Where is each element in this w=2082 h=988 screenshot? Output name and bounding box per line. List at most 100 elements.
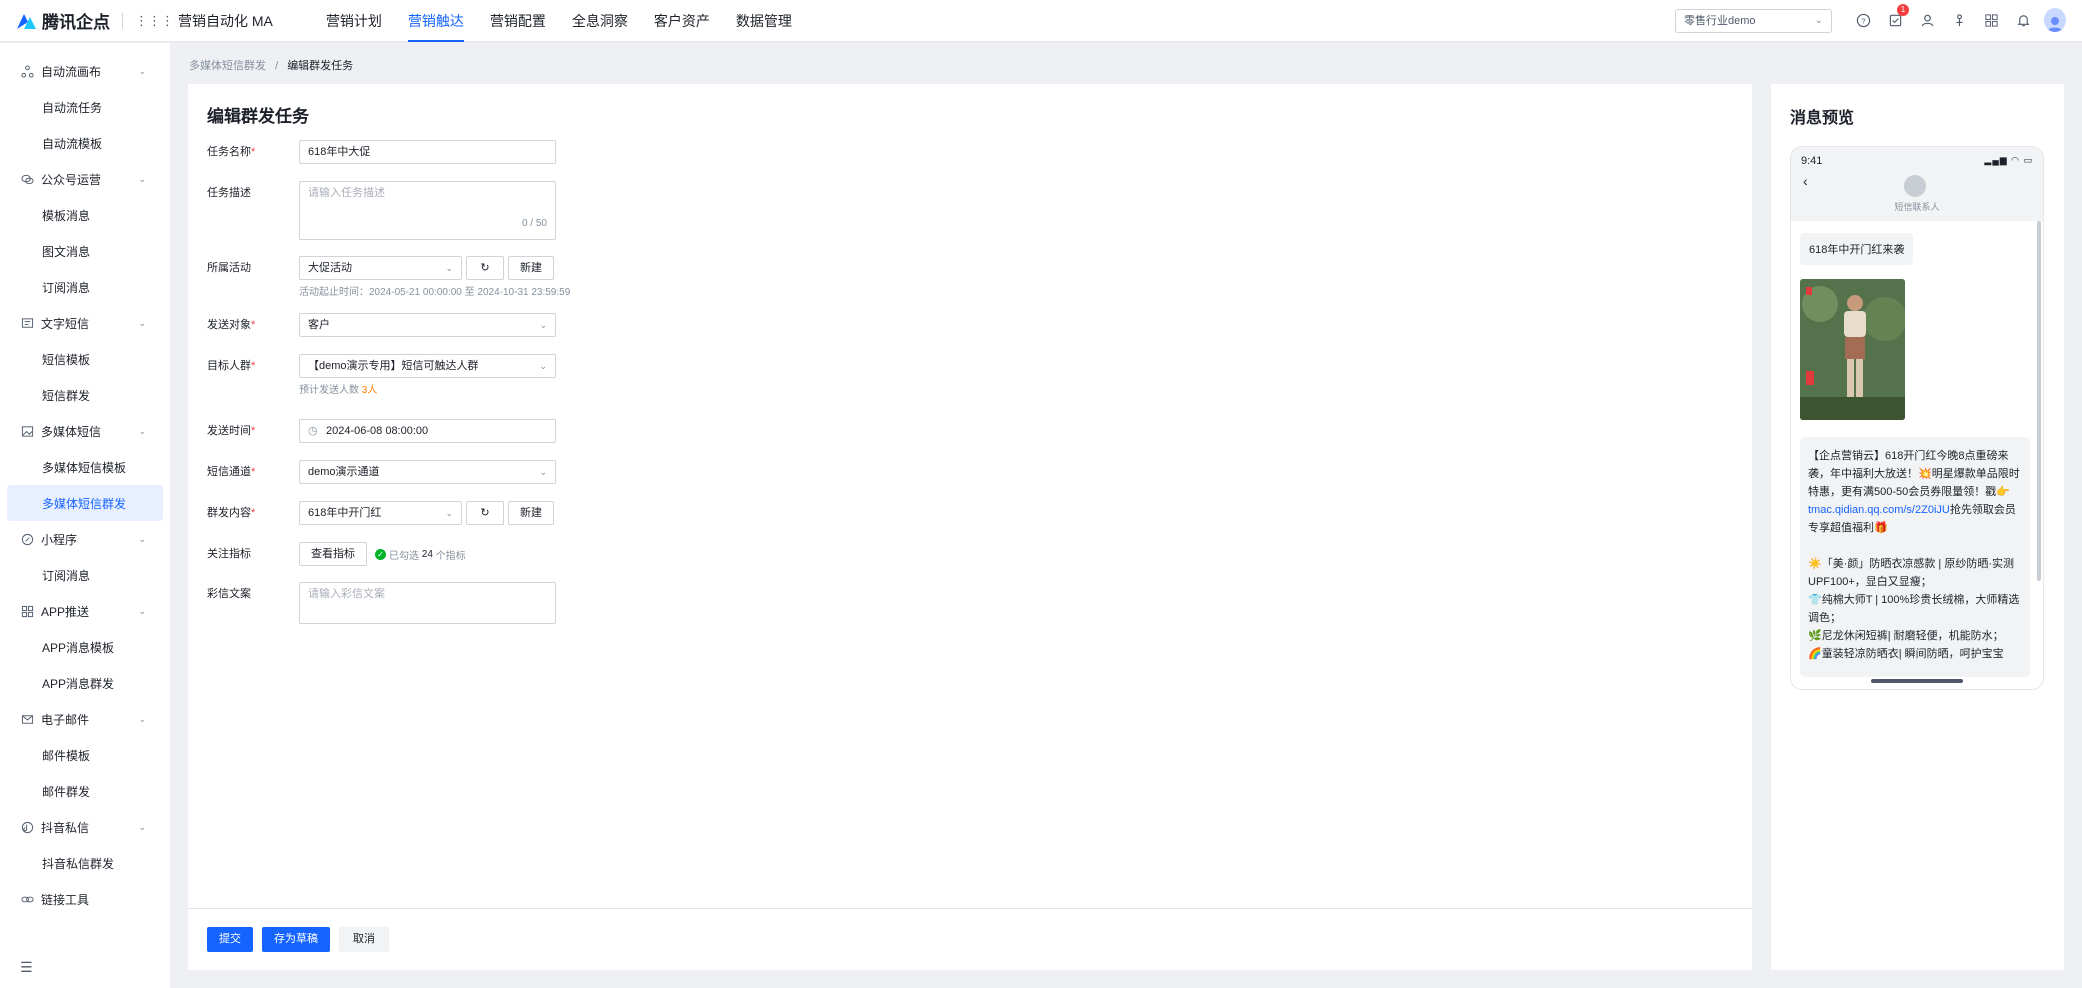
bell-icon[interactable]	[2012, 9, 2034, 31]
sidebar-item-mms-template[interactable]: 多媒体短信模板	[0, 449, 170, 485]
sidebar-item-template-msg[interactable]: 模板消息	[0, 197, 170, 233]
help-icon[interactable]: ?	[1852, 9, 1874, 31]
app-grid-icon: ⋮⋮⋮	[135, 12, 174, 28]
refresh-activity-button[interactable]: ↻	[466, 256, 504, 280]
save-draft-button[interactable]: 存为草稿	[262, 927, 330, 952]
sidebar-group-link-tool[interactable]: 链接工具	[0, 881, 170, 917]
chevron-down-icon: ⌄	[445, 263, 453, 273]
sidebar-item-sms-bulk[interactable]: 短信群发	[0, 377, 170, 413]
target-select[interactable]: 客户 ⌄	[299, 313, 556, 337]
message-link[interactable]: tmac.qidian.qq.com/s/2Z0iJU	[1808, 504, 1950, 516]
chevron-down-icon: ⌄	[539, 320, 547, 330]
sms-icon	[20, 316, 34, 330]
sidebar-item-subscribe-msg[interactable]: 订阅消息	[0, 269, 170, 305]
field-label: 任务描述	[207, 187, 251, 199]
sidebar-item-douyin-bulk[interactable]: 抖音私信群发	[0, 845, 170, 881]
avatar	[2044, 8, 2066, 32]
douyin-icon	[20, 820, 34, 834]
apps-grid-icon[interactable]	[1980, 9, 2002, 31]
sidebar-item-mp-subscribe[interactable]: 订阅消息	[0, 557, 170, 593]
refresh-content-button[interactable]: ↻	[466, 501, 504, 525]
sidebar-group-label: 自动流画布	[41, 64, 102, 79]
chevron-down-icon: ⌄	[539, 361, 547, 371]
breadcrumb-parent[interactable]: 多媒体短信群发	[189, 60, 266, 72]
logo-text: 腾讯企点	[42, 13, 110, 32]
message-image	[1800, 279, 1905, 420]
nav-data-management[interactable]: 数据管理	[723, 0, 805, 42]
cancel-button[interactable]: 取消	[339, 927, 389, 952]
sidebar-group-miniprogram[interactable]: 小程序 ⌄	[0, 521, 170, 557]
sidebar-group-wechat[interactable]: 公众号运营 ⌄	[0, 161, 170, 197]
chevron-down-icon: ⌄	[138, 65, 146, 76]
app-switcher[interactable]: ⋮⋮⋮ 营销自动化 MA	[135, 11, 273, 31]
back-arrow-icon[interactable]: ‹	[1803, 173, 1808, 189]
metrics-selected: ✓ 已勾选 24 个指标	[375, 547, 466, 562]
mms-copy-row: 彩信文案 请输入彩信文案	[207, 582, 556, 624]
target-row: 发送对象* 客户 ⌄	[207, 313, 556, 337]
nav-customer-assets[interactable]: 客户资产	[641, 0, 723, 42]
view-metrics-button[interactable]: 查看指标	[299, 542, 367, 566]
task-icon[interactable]: 1	[1884, 4, 1909, 31]
chevron-down-icon: ⌄	[138, 713, 146, 724]
field-label: 关注指标	[207, 548, 251, 560]
breadcrumb: 多媒体短信群发 / 编辑群发任务	[189, 57, 353, 73]
refresh-icon: ↻	[480, 262, 490, 274]
task-desc-textarea[interactable]: 请输入任务描述 0 / 50	[299, 181, 556, 240]
task-name-input[interactable]: 618年中大促	[299, 140, 556, 164]
audience-count-hint: 预计发送人数 3人	[299, 385, 378, 396]
activity-select[interactable]: 大促活动 ⌄	[299, 256, 462, 280]
content-row: 群发内容* 618年中开门红 ⌄ ↻ 新建	[207, 501, 554, 525]
message-body-line: 🌿尼龙休闲短裤| 耐磨轻便，机能防水；	[1808, 630, 2004, 642]
sidebar-group-flow[interactable]: 自动流画布 ⌄	[0, 53, 170, 89]
sidebar-group-douyin[interactable]: 抖音私信 ⌄	[0, 809, 170, 845]
sidebar-item-mail-bulk[interactable]: 邮件群发	[0, 773, 170, 809]
activity-time-hint: 活动起止时间：2024-05-21 00:00:00 至 2024-10-31 …	[299, 287, 571, 298]
toolbar-icons: ? 1	[1852, 4, 2066, 32]
preview-scrollbar[interactable]	[2037, 221, 2041, 581]
user-avatar[interactable]	[2044, 8, 2066, 32]
message-body-line: 👕纯棉大师T | 100%珍贵长绒棉，大师精选调色；	[1808, 594, 2020, 624]
field-label: 短信通道*	[207, 466, 256, 478]
sidebar-item-flow-template[interactable]: 自动流模板	[0, 125, 170, 161]
sidebar-item-mms-bulk[interactable]: 多媒体短信群发	[7, 485, 163, 521]
sidebar-item-flow-task[interactable]: 自动流任务	[0, 89, 170, 125]
sidebar-item-app-bulk[interactable]: APP消息群发	[0, 665, 170, 701]
sidebar: 自动流画布 ⌄ 自动流任务 自动流模板 公众号运营 ⌄ 模板消息 图文消息 订阅消息…	[0, 43, 170, 988]
message-thread: 618年中开门红来袭 【企点营销云】618开门红今晚8点重磅来袭，年中福利大放送…	[1791, 221, 2043, 689]
nav-marketing-plan[interactable]: 营销计划	[313, 0, 395, 42]
new-activity-button[interactable]: 新建	[508, 256, 554, 280]
sidebar-item-sms-template[interactable]: 短信模板	[0, 341, 170, 377]
plugin-icon[interactable]	[1948, 9, 1970, 31]
target-value: 客户	[308, 319, 330, 331]
logo[interactable]: 腾讯企点	[15, 8, 110, 33]
new-content-button[interactable]: 新建	[508, 501, 554, 525]
sidebar-item-mail-template[interactable]: 邮件模板	[0, 737, 170, 773]
chevron-down-icon: ⌄	[138, 821, 146, 832]
field-label: 群发内容*	[207, 507, 256, 519]
content-select[interactable]: 618年中开门红 ⌄	[299, 501, 462, 525]
nav-marketing-config[interactable]: 营销配置	[477, 0, 559, 42]
sidebar-group-app-push[interactable]: APP推送 ⌄	[0, 593, 170, 629]
sidebar-item-app-template[interactable]: APP消息模板	[0, 629, 170, 665]
tenant-select[interactable]: 零售行业demo ⌄	[1675, 9, 1832, 33]
audience-select[interactable]: 【demo演示专用】短信可触达人群 ⌄	[299, 354, 556, 378]
nav-marketing-reach[interactable]: 营销触达	[395, 0, 477, 42]
breadcrumb-current: 编辑群发任务	[287, 60, 354, 72]
sidebar-group-sms[interactable]: 文字短信 ⌄	[0, 305, 170, 341]
sidebar-group-label: 文字短信	[41, 316, 90, 331]
channel-select[interactable]: demo演示通道 ⌄	[299, 460, 556, 484]
collapse-menu-icon[interactable]: ☰	[20, 959, 33, 976]
submit-button[interactable]: 提交	[207, 927, 253, 952]
audience-count: 3人	[361, 385, 378, 396]
main-nav: 营销计划 营销触达 营销配置 全息洞察 客户资产 数据管理	[313, 0, 805, 42]
sidebar-group-mms[interactable]: 多媒体短信 ⌄	[0, 413, 170, 449]
sidebar-group-email[interactable]: 电子邮件 ⌄	[0, 701, 170, 737]
nav-insight[interactable]: 全息洞察	[559, 0, 641, 42]
mms-copy-textarea[interactable]: 请输入彩信文案	[299, 582, 556, 624]
check-circle-icon: ✓	[375, 548, 386, 560]
user-manage-icon[interactable]	[1916, 9, 1938, 31]
message-body: 【企点营销云】618开门红今晚8点重磅来袭，年中福利大放送！💥明星爆款单品限时特…	[1800, 437, 2030, 677]
send-time-picker[interactable]: ◷ 2024-06-08 08:00:00	[299, 419, 556, 443]
task-desc-placeholder: 请输入任务描述	[308, 187, 385, 199]
sidebar-item-article-msg[interactable]: 图文消息	[0, 233, 170, 269]
